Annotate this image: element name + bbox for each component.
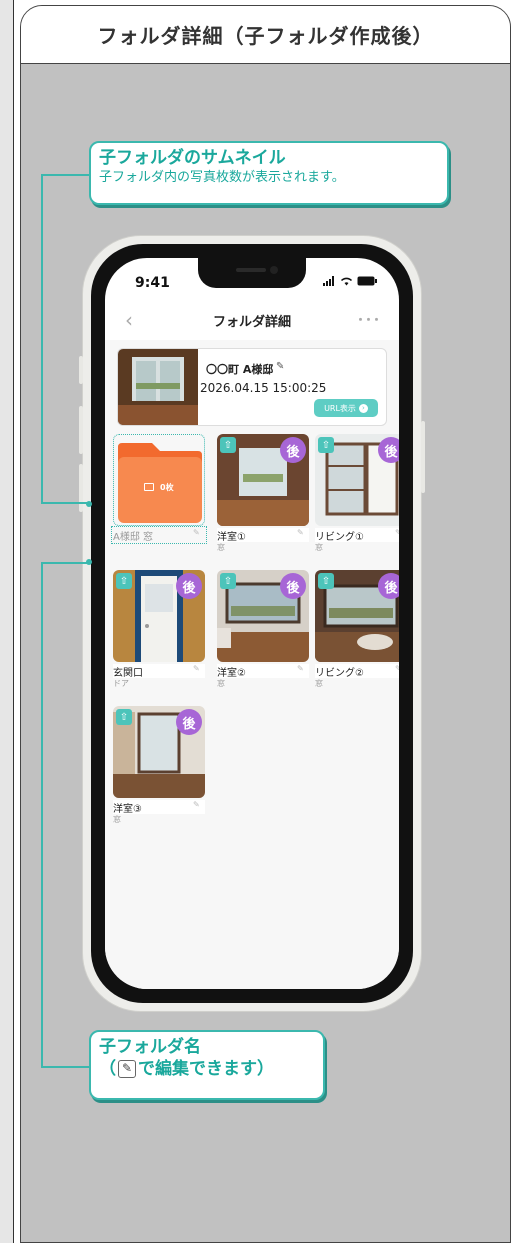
notch [198,258,306,288]
photo-title-row: 洋室② ✎ [217,664,309,679]
share-icon[interactable]: ⇧ [116,573,132,589]
share-icon[interactable]: ⇧ [220,437,236,453]
photo-subtitle: 窓 [315,543,323,552]
folder-cover-photo [118,349,198,425]
pencil-icon[interactable]: ✎ [395,528,399,537]
after-badge: 後 [176,709,202,735]
phone-screen: 9:41 ‹ フォルダ詳細 ･･･ 〇〇町 A様邸 ✎ 2026.04.15 1… [105,258,399,989]
photo-title-row: 玄関口 ✎ [113,664,205,679]
after-badge: 後 [280,437,306,463]
photo-subtitle: 窓 [315,679,323,688]
chevron-right-icon: › [358,403,368,413]
nav-bar: ‹ フォルダ詳細 ･･･ [105,300,399,340]
photo-title-row: リビング①✎ [315,528,399,543]
phone-bezel: 9:41 ‹ フォルダ詳細 ･･･ 〇〇町 A様邸 ✎ 2026.04.15 1… [91,244,413,1003]
pencil-icon: ✎ [118,1060,136,1078]
thumbnail-callout-title: 子フォルダのサムネイル [99,148,286,168]
back-icon[interactable]: ‹ [125,308,133,332]
photo-subtitle: ドア [113,679,129,688]
pencil-icon[interactable]: ✎ [395,664,399,673]
more-icon[interactable]: ･･･ [357,310,381,330]
phone-mockup: 9:41 ‹ フォルダ詳細 ･･･ 〇〇町 A様邸 ✎ 2026.04.15 1… [79,236,425,1011]
signal-icon [323,276,334,286]
pencil-icon[interactable]: ✎ [193,800,201,809]
photo-subtitle: 窓 [217,679,225,688]
child-folder-name-highlight [111,526,207,544]
url-display-button[interactable]: URL表示 › [314,399,378,417]
folder-content: 〇〇町 A様邸 ✎ 2026.04.15 15:00:25 URL表示 › 0枚… [105,340,399,989]
status-icons [323,276,377,286]
after-badge: 後 [378,573,399,599]
image-icon [144,483,154,491]
thumb-connector [41,174,89,504]
photo-title-row: 洋室③ ✎ [113,800,205,815]
thumbnail-callout-desc: 子フォルダ内の写真枚数が表示されます。 [99,170,345,185]
child-folder-thumbnail: 0枚 [113,434,205,526]
nav-title: フォルダ詳細 [212,314,291,330]
explanation-card: フォルダ詳細（子フォルダ作成後） 9:41 ‹ フォルダ詳細 ･･･ 〇〇町 A… [20,5,511,1243]
photo-subtitle: 窓 [217,543,225,552]
photo-title-row: 洋室① ✎ [217,528,309,543]
after-badge: 後 [280,573,306,599]
pencil-icon[interactable]: ✎ [297,664,305,673]
folder-name: 〇〇町 A様邸 [206,363,274,376]
thumb-connector-dot [86,501,92,507]
share-icon[interactable]: ⇧ [318,437,334,453]
battery-icon [357,276,377,286]
pencil-icon[interactable]: ✎ [297,528,305,537]
phone-power-button [421,421,425,493]
share-icon[interactable]: ⇧ [318,573,334,589]
folder-name-callout-open: （ [99,1059,116,1079]
name-connector-dot [86,559,92,565]
folder-date: 2026.04.15 15:00:25 [200,381,327,395]
pencil-icon[interactable]: ✎ [193,664,201,673]
name-connector [41,562,89,1068]
thumbnail-callout: 子フォルダのサムネイル 子フォルダ内の写真枚数が表示されます。 [89,141,449,205]
child-folder-count: 0枚 [160,483,174,492]
share-icon[interactable]: ⇧ [220,573,236,589]
folder-name-callout: 子フォルダ名 （ ✎ で編集できます） [89,1030,325,1100]
photo-title-row: リビング②✎ [315,664,399,679]
status-time: 9:41 [135,275,170,291]
folder-info-card[interactable]: 〇〇町 A様邸 ✎ 2026.04.15 15:00:25 URL表示 › [117,348,387,426]
share-icon[interactable]: ⇧ [116,709,132,725]
wifi-icon [340,277,353,286]
after-badge: 後 [176,573,202,599]
photo-subtitle: 窓 [113,815,121,824]
left-edge-strip [0,0,14,1243]
card-title: フォルダ詳細（子フォルダ作成後） [21,6,510,64]
url-display-label: URL表示 [324,403,356,413]
after-badge: 後 [378,437,399,463]
folder-name-edit-icon[interactable]: ✎ [276,361,284,372]
folder-name-callout-desc: で編集できます） [138,1059,274,1079]
folder-name-callout-title: 子フォルダ名 [99,1037,201,1057]
folder-name-callout-line: （ ✎ で編集できます） [99,1058,315,1080]
